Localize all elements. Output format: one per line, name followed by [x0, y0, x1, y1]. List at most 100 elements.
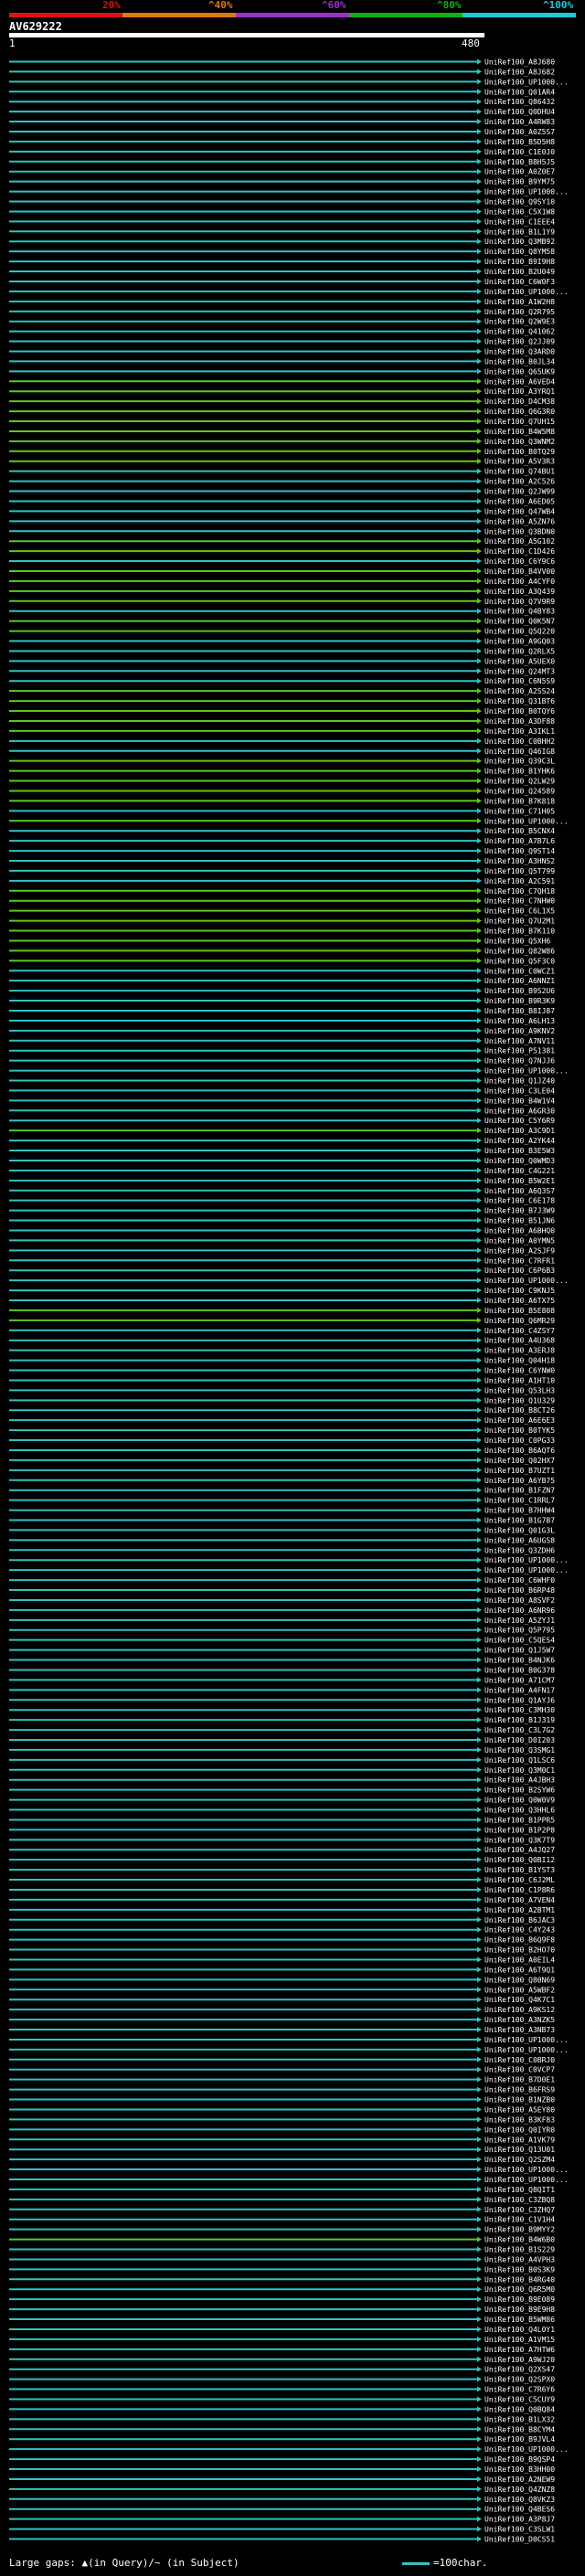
hit-label[interactable]: UniRef100_C7R6Y6: [484, 2386, 555, 2394]
hit-label[interactable]: UniRef100_B5W2E1: [484, 1177, 555, 1185]
hit-label[interactable]: UniRef100_Q2LW29: [484, 778, 555, 786]
hit-label[interactable]: UniRef100_C6P6B3: [484, 1267, 555, 1275]
hit-label[interactable]: UniRef100_C0PG33: [484, 1436, 555, 1445]
hit-label[interactable]: UniRef100_A0Z0E7: [484, 168, 555, 176]
hit-label[interactable]: UniRef100_B9QSP4: [484, 2455, 555, 2464]
hit-label[interactable]: UniRef100_Q3M0C1: [484, 1766, 555, 1775]
hit-label[interactable]: UniRef100_Q2R795: [484, 308, 555, 316]
hit-label[interactable]: UniRef100_B4W1V4: [484, 1097, 555, 1105]
hit-label[interactable]: UniRef100_UP1000...: [484, 1556, 569, 1564]
hit-label[interactable]: UniRef100_A6YB75: [484, 1477, 555, 1485]
hit-label[interactable]: UniRef100_B8CT26: [484, 1406, 555, 1415]
hit-label[interactable]: UniRef100_A1W2H8: [484, 298, 555, 306]
hit-label[interactable]: UniRef100_A3NZK5: [484, 2016, 555, 2024]
hit-label[interactable]: UniRef100_A6VED4: [484, 377, 555, 386]
hit-label[interactable]: UniRef100_A5G102: [484, 537, 555, 546]
hit-label[interactable]: UniRef100_A9KNV2: [484, 1027, 555, 1035]
hit-label[interactable]: UniRef100_A4RW83: [484, 118, 555, 126]
hit-label[interactable]: UniRef100_B8IJ87: [484, 1007, 555, 1015]
hit-label[interactable]: UniRef100_C5QES4: [484, 1637, 555, 1645]
hit-label[interactable]: UniRef100_Q2JW99: [484, 488, 555, 496]
hit-label[interactable]: UniRef100_A2NEW9: [484, 2475, 555, 2484]
hit-label[interactable]: UniRef100_B1L1Y9: [484, 228, 555, 236]
hit-label[interactable]: UniRef100_Q3WNM2: [484, 438, 555, 446]
hit-label[interactable]: UniRef100_A0YMN5: [484, 1236, 555, 1245]
hit-label[interactable]: UniRef100_B1PPR5: [484, 1816, 555, 1824]
hit-label[interactable]: UniRef100_C6WHF0: [484, 1576, 555, 1585]
hit-label[interactable]: UniRef100_A71CM7: [484, 1676, 555, 1684]
hit-label[interactable]: UniRef100_UP1000...: [484, 2445, 569, 2454]
hit-label[interactable]: UniRef100_C1V1H4: [484, 2216, 555, 2224]
hit-label[interactable]: UniRef100_Q4K7C1: [484, 1996, 555, 2004]
hit-label[interactable]: UniRef100_Q1LSC6: [484, 1756, 555, 1765]
hit-label[interactable]: UniRef100_A3NB73: [484, 2026, 555, 2034]
hit-label[interactable]: UniRef100_C0WCZ1: [484, 967, 555, 975]
hit-label[interactable]: UniRef100_A3ERJ8: [484, 1347, 555, 1355]
hit-label[interactable]: UniRef100_B8CYM4: [484, 2425, 555, 2433]
hit-label[interactable]: UniRef100_C71H05: [484, 807, 555, 815]
hit-label[interactable]: UniRef100_A4CYF0: [484, 578, 555, 586]
hit-label[interactable]: UniRef100_B7UZT1: [484, 1467, 555, 1475]
hit-label[interactable]: UniRef100_A6E6E3: [484, 1416, 555, 1425]
hit-label[interactable]: UniRef100_Q53LH3: [484, 1386, 555, 1394]
hit-label[interactable]: UniRef100_A8SVF2: [484, 1596, 555, 1605]
hit-label[interactable]: UniRef100_Q0W0V9: [484, 1797, 555, 1805]
hit-label[interactable]: UniRef100_A1VK79: [484, 2136, 555, 2144]
hit-label[interactable]: UniRef100_B5E808: [484, 1307, 555, 1315]
hit-label[interactable]: UniRef100_B6RP48: [484, 1586, 555, 1595]
hit-label[interactable]: UniRef100_Q5T799: [484, 867, 555, 875]
hit-label[interactable]: UniRef100_A9GQ03: [484, 638, 555, 646]
hit-label[interactable]: UniRef100_A6T9Q1: [484, 1966, 555, 1974]
hit-label[interactable]: UniRef100_B1G7B7: [484, 1516, 555, 1524]
hit-label[interactable]: UniRef100_B1S229: [484, 2246, 555, 2254]
hit-label[interactable]: UniRef100_B5CNX4: [484, 827, 555, 835]
hit-label[interactable]: UniRef100_C6W0F3: [484, 278, 555, 286]
hit-label[interactable]: UniRef100_A3DF88: [484, 717, 555, 726]
hit-label[interactable]: UniRef100_A2C591: [484, 877, 555, 885]
hit-label[interactable]: UniRef100_B5D5H8: [484, 138, 555, 146]
hit-label[interactable]: UniRef100_Q74BU1: [484, 468, 555, 476]
hit-label[interactable]: UniRef100_UP1000...: [484, 188, 569, 196]
hit-label[interactable]: UniRef100_B4W6B0: [484, 2236, 555, 2244]
hit-label[interactable]: UniRef100_Q46IG8: [484, 747, 555, 756]
hit-label[interactable]: UniRef100_Q13U01: [484, 2146, 555, 2154]
hit-label[interactable]: UniRef100_C0BRJ0: [484, 2056, 555, 2064]
hit-label[interactable]: UniRef100_A2BTM1: [484, 1906, 555, 1914]
hit-label[interactable]: UniRef100_A4JBH3: [484, 1776, 555, 1785]
hit-label[interactable]: UniRef100_Q01AR4: [484, 88, 555, 96]
hit-label[interactable]: UniRef100_C4Y243: [484, 1926, 555, 1935]
hit-label[interactable]: UniRef100_Q2XS47: [484, 2366, 555, 2374]
hit-label[interactable]: UniRef100_B0G378: [484, 1666, 555, 1674]
hit-label[interactable]: UniRef100_B0JL34: [484, 357, 555, 366]
hit-label[interactable]: UniRef100_B0TYK5: [484, 1426, 555, 1435]
hit-label[interactable]: UniRef100_C9KNJ5: [484, 1287, 555, 1295]
hit-label[interactable]: UniRef100_A7B7L6: [484, 837, 555, 845]
hit-label[interactable]: UniRef100_Q4L0Y1: [484, 2326, 555, 2334]
hit-label[interactable]: UniRef100_B6JAC3: [484, 1916, 555, 1924]
hit-label[interactable]: UniRef100_A4VPH3: [484, 2255, 555, 2263]
hit-label[interactable]: UniRef100_B2HO70: [484, 1946, 555, 1955]
hit-label[interactable]: UniRef100_B1P2P8: [484, 1826, 555, 1834]
hit-label[interactable]: UniRef100_Q0WMD3: [484, 1157, 555, 1165]
hit-label[interactable]: UniRef100_C5X1W8: [484, 207, 555, 216]
hit-label[interactable]: UniRef100_B9I9H8: [484, 258, 555, 266]
hit-label[interactable]: UniRef100_UP1000...: [484, 1277, 569, 1285]
hit-label[interactable]: UniRef100_A5WBF2: [484, 1986, 555, 1994]
hit-label[interactable]: UniRef100_C3SLW1: [484, 2526, 555, 2534]
hit-label[interactable]: UniRef100_Q0DHU4: [484, 108, 555, 116]
hit-label[interactable]: UniRef100_Q47WB4: [484, 507, 555, 515]
hit-label[interactable]: UniRef100_B1LX32: [484, 2415, 555, 2423]
hit-label[interactable]: UniRef100_Q7UH15: [484, 418, 555, 426]
hit-label[interactable]: UniRef100_C1EEE4: [484, 217, 555, 226]
hit-label[interactable]: UniRef100_C1P8R6: [484, 1886, 555, 1894]
hit-label[interactable]: UniRef100_C5Y6R9: [484, 1117, 555, 1125]
hit-label[interactable]: UniRef100_A2C526: [484, 478, 555, 486]
hit-label[interactable]: UniRef100_Q9ST14: [484, 847, 555, 855]
hit-label[interactable]: UniRef100_C0VCP7: [484, 2066, 555, 2074]
hit-label[interactable]: UniRef100_Q65UK9: [484, 367, 555, 376]
hit-label[interactable]: UniRef100_Q3MB92: [484, 238, 555, 246]
hit-label[interactable]: UniRef100_B2U049: [484, 268, 555, 276]
hit-label[interactable]: UniRef100_Q0K5N7: [484, 618, 555, 626]
hit-label[interactable]: UniRef100_A6NNZ1: [484, 977, 555, 985]
hit-label[interactable]: UniRef100_Q04H18: [484, 1357, 555, 1365]
